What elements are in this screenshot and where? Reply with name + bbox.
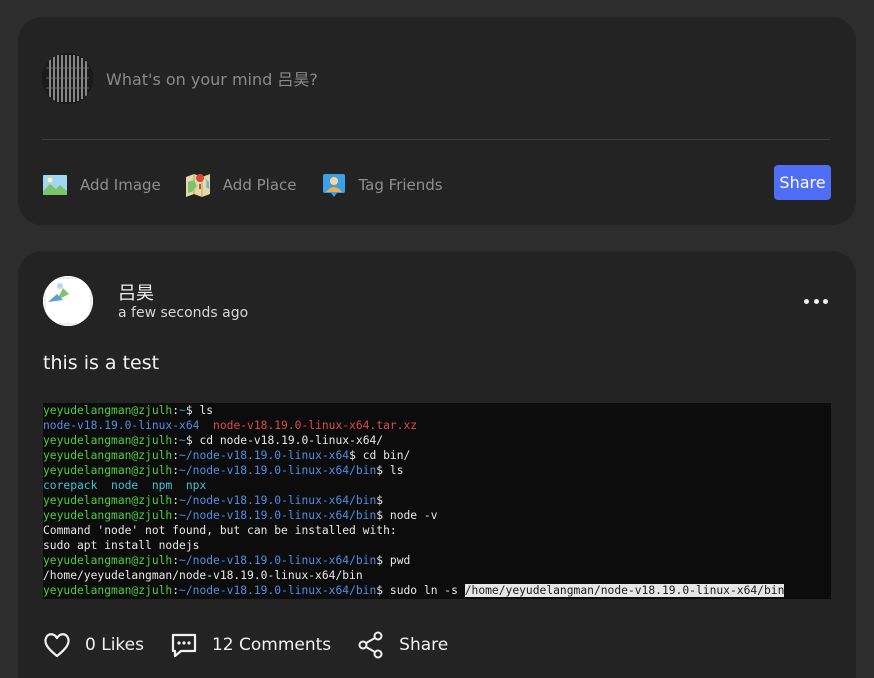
share-button[interactable]: Share xyxy=(357,631,448,659)
terminal-segment: yeyudelangman@zjulh xyxy=(43,464,173,477)
terminal-segment: ~/node-v18.19.0-linux-x64/bin xyxy=(179,509,377,522)
more-dot-icon xyxy=(804,298,809,304)
heart-icon xyxy=(44,633,70,658)
terminal-segment: $ xyxy=(376,494,384,507)
add-place-button[interactable]: Add Place xyxy=(185,172,297,198)
terminal-segment: $ pwd xyxy=(376,554,411,567)
tag-friends-label: Tag Friends xyxy=(358,176,443,194)
comments-button[interactable]: 12 Comments xyxy=(170,632,331,658)
terminal-segment: ~ xyxy=(179,434,186,447)
comment-icon xyxy=(171,633,197,658)
terminal-segment: node-v18.19.0-linux-x64 xyxy=(43,419,200,432)
share-label: Share xyxy=(399,635,449,655)
terminal-segment: yeyudelangman@zjulh xyxy=(43,584,173,597)
terminal-segment: sudo apt install nodejs xyxy=(43,539,200,552)
terminal-segment: $ node -v xyxy=(376,509,438,522)
terminal-line: yeyudelangman@zjulh:~/node-v18.19.0-linu… xyxy=(43,553,831,568)
comments-count: 12 Comments xyxy=(211,635,332,655)
terminal-segment: ~/node-v18.19.0-linux-x64/bin xyxy=(179,464,377,477)
terminal-line: yeyudelangman@zjulh:~$ ls xyxy=(43,403,831,418)
add-image-button[interactable]: Add Image xyxy=(42,172,161,198)
terminal-segment xyxy=(97,479,111,492)
terminal-line: sudo apt install nodejs xyxy=(43,538,831,553)
author-avatar[interactable] xyxy=(43,276,93,326)
composer-actions: Add Image Add Place Tag Friends xyxy=(42,169,467,201)
terminal-segment: yeyudelangman@zjulh xyxy=(43,509,173,522)
terminal-line: yeyudelangman@zjulh:~/node-v18.19.0-linu… xyxy=(43,583,831,598)
add-image-label: Add Image xyxy=(80,176,161,194)
user-avatar[interactable] xyxy=(42,53,93,104)
terminal-segment: $ ls xyxy=(376,464,404,477)
terminal-segment xyxy=(172,479,186,492)
terminal-segment: /home/yeyudelangman/node-v18.19.0-linux-… xyxy=(43,569,363,582)
more-dot-icon xyxy=(823,298,828,304)
terminal-segment: ~/node-v18.19.0-linux-x64/bin xyxy=(179,584,377,597)
author-name[interactable]: 吕昊 xyxy=(118,279,154,305)
likes-count: 0 Likes xyxy=(85,635,144,655)
terminal-segment: $ cd bin/ xyxy=(349,449,411,462)
terminal-segment: /home/yeyudelangman/node-v18.19.0-linux-… xyxy=(464,584,785,597)
post-card: 吕昊 a few seconds ago this is a test yeyu… xyxy=(18,251,856,678)
terminal-screenshot[interactable]: yeyudelangman@zjulh:~$ ls node-v18.19.0-l… xyxy=(43,403,831,599)
terminal-segment: $ ls xyxy=(185,404,214,417)
terminal-segment: Command 'node' not found, but can be ins… xyxy=(43,524,397,537)
terminal-segment: ~/node-v18.19.0-linux-x64/bin xyxy=(179,494,377,507)
post-composer: Add Image Add Place xyxy=(18,17,856,225)
terminal-segment: $ cd node-v18.19.0-linux-x64/ xyxy=(185,434,384,447)
terminal-segment: yeyudelangman@zjulh xyxy=(43,554,173,567)
terminal-segment: $ sudo ln -s xyxy=(376,584,465,597)
more-options-button[interactable] xyxy=(804,291,828,311)
terminal-line: yeyudelangman@zjulh:~/node-v18.19.0-linu… xyxy=(43,448,831,463)
divider xyxy=(42,139,830,140)
status-input[interactable] xyxy=(106,65,706,93)
terminal-segment xyxy=(138,479,152,492)
terminal-line: yeyudelangman@zjulh:~/node-v18.19.0-linu… xyxy=(43,493,831,508)
terminal-segment: corepack xyxy=(43,479,98,492)
terminal-line: yeyudelangman@zjulh:~/node-v18.19.0-linu… xyxy=(43,508,831,523)
terminal-segment: npx xyxy=(185,479,207,492)
terminal-line: /home/yeyudelangman/node-v18.19.0-linux-… xyxy=(43,568,831,583)
map-icon xyxy=(185,172,211,198)
terminal-segment: yeyudelangman@zjulh xyxy=(43,404,173,417)
more-dot-icon xyxy=(813,298,819,304)
terminal-segment: node-v18.19.0-linux-x64.tar.xz xyxy=(213,419,418,432)
post-timestamp: a few seconds ago xyxy=(118,305,249,321)
terminal-segment: ~/node-v18.19.0-linux-x64 xyxy=(179,449,350,462)
tag-friends-button[interactable]: Tag Friends xyxy=(321,172,443,198)
terminal-segment: yeyudelangman@zjulh xyxy=(43,494,173,507)
like-button[interactable]: 0 Likes xyxy=(43,632,144,658)
terminal-line: yeyudelangman@zjulh:~/node-v18.19.0-linu… xyxy=(43,463,831,478)
terminal-line: Command 'node' not found, but can be ins… xyxy=(43,523,831,538)
terminal-line: yeyudelangman@zjulh:~$ cd node-v18.19.0-… xyxy=(43,433,831,448)
terminal-segment: yeyudelangman@zjulh xyxy=(43,434,173,447)
terminal-segment: yeyudelangman@zjulh xyxy=(43,449,173,462)
terminal-segment xyxy=(199,419,213,432)
post-text: this is a test xyxy=(43,352,160,374)
terminal-segment: npm xyxy=(151,479,173,492)
terminal-segment: ~ xyxy=(179,404,186,417)
add-place-label: Add Place xyxy=(222,176,297,194)
terminal-segment: node xyxy=(111,479,139,492)
terminal-line: corepack node npm npx xyxy=(43,478,831,493)
tag-friends-icon xyxy=(321,172,347,198)
terminal-line: node-v18.19.0-linux-x64 node-v18.19.0-li… xyxy=(43,418,831,433)
share-icon xyxy=(358,631,383,659)
image-icon xyxy=(42,172,68,198)
post-footer: 0 Likes 12 Comments Share xyxy=(43,629,474,661)
terminal-segment: ~/node-v18.19.0-linux-x64/bin xyxy=(179,554,377,567)
share-post-button[interactable]: Share xyxy=(774,165,831,200)
